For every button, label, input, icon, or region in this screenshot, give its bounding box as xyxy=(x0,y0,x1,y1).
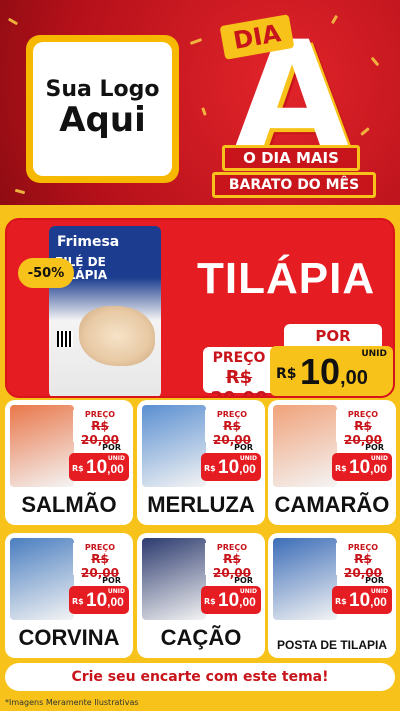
preco-label: PREÇO xyxy=(216,410,248,419)
product-card[interactable]: PREÇO R$ 20,00 POR UNID R$ 10,00 SALMÃO xyxy=(5,400,133,525)
tagline-ribbon-1: O DIA MAIS xyxy=(222,145,360,171)
package-brand: Frimesa xyxy=(57,234,120,250)
featured-title: TILÁPIA xyxy=(197,254,376,303)
price-integer: 10 xyxy=(218,457,240,478)
confetti-decoration xyxy=(189,38,203,45)
logo-placeholder: Sua Logo Aqui xyxy=(26,35,179,183)
offers-panel: Frimesa FILÉ DE TILÁPIA -50% TILÁPIA PRE… xyxy=(0,205,400,711)
product-card[interactable]: PREÇO R$ 20,00 POR UNID R$ 10,00 CAMARÃO xyxy=(268,400,396,525)
price-cents: ,00 xyxy=(107,595,124,609)
por-label: POR xyxy=(234,443,253,452)
old-price-box: PREÇO R$ 20,00 xyxy=(73,543,127,580)
product-image xyxy=(10,538,74,620)
logo-text-line1: Sua Logo xyxy=(45,77,160,103)
old-price-box: PREÇO R$ 20,00 xyxy=(73,410,127,447)
old-price-box: PREÇO R$ 20,00 xyxy=(203,347,275,396)
old-price-box: PREÇO R$ 20,00 xyxy=(205,410,259,447)
product-card[interactable]: PREÇO R$ 20,00 POR UNID R$ 10,00 MERLUZA xyxy=(137,400,265,525)
price-cents: ,00 xyxy=(107,462,124,476)
currency-label: R$ xyxy=(204,597,216,606)
logo-text-line2: Aqui xyxy=(59,100,146,141)
confetti-decoration xyxy=(14,188,26,195)
confetti-decoration xyxy=(360,127,370,136)
preco-label: PREÇO xyxy=(84,410,116,419)
por-label: POR xyxy=(234,576,253,585)
price-integer: 10 xyxy=(300,351,341,392)
por-label: POR xyxy=(365,443,384,452)
preco-label: PREÇO xyxy=(347,543,379,552)
currency-label: R$ xyxy=(335,597,347,606)
preco-label: PREÇO xyxy=(84,543,116,552)
qr-code-icon xyxy=(57,331,73,347)
por-label: POR xyxy=(365,576,384,585)
price-value: 10,00 xyxy=(218,457,256,479)
cta-banner[interactable]: Crie seu encarte com este tema! xyxy=(5,663,395,691)
new-price-box: UNID R$ 10,00 xyxy=(201,586,261,614)
confetti-decoration xyxy=(7,17,19,26)
price-integer: 10 xyxy=(349,457,371,478)
preco-label: PREÇO xyxy=(347,410,379,419)
new-price-box: UNID R$ 10,00 xyxy=(332,453,392,481)
product-name: CAMARÃO xyxy=(274,492,390,517)
product-name: SALMÃO xyxy=(21,492,117,517)
fish-fillet-image xyxy=(79,306,155,366)
disclaimer-text: *Imagens Meramente Ilustrativas xyxy=(5,698,139,707)
price-cents: ,00 xyxy=(370,595,387,609)
por-label: POR xyxy=(102,443,121,452)
price-value: 10,00 xyxy=(86,590,124,612)
por-label: POR xyxy=(284,324,382,348)
new-price-box: UNID R$ 10,00 xyxy=(69,586,129,614)
price-value: 10,00 xyxy=(218,590,256,612)
new-price-box: UNID R$ 10,00 xyxy=(332,586,392,614)
price-value: 10,00 xyxy=(349,590,387,612)
confetti-decoration xyxy=(370,56,380,67)
currency-label: R$ xyxy=(335,464,347,473)
old-price-box: PREÇO R$ 20,00 xyxy=(336,543,390,580)
price-cents: ,00 xyxy=(340,367,368,389)
price-integer: 10 xyxy=(86,457,108,478)
preco-label: PREÇO xyxy=(212,350,266,366)
tagline-ribbon-2: BARATO DO MÊS xyxy=(212,172,376,198)
product-name: CAÇÃO xyxy=(160,625,242,650)
price-value: 10,00 xyxy=(300,354,368,390)
product-card[interactable]: PREÇO R$ 20,00 POR UNID R$ 10,00 CORVINA xyxy=(5,533,133,658)
product-name: MERLUZA xyxy=(147,492,255,517)
price-integer: 10 xyxy=(349,590,371,611)
product-image xyxy=(10,405,74,487)
old-price: R$ 20,00 xyxy=(211,367,268,396)
price-integer: 10 xyxy=(86,590,108,611)
product-card[interactable]: PREÇO R$ 20,00 POR UNID R$ 10,00 CAÇÃO xyxy=(137,533,265,658)
price-cents: ,00 xyxy=(239,462,256,476)
old-price-box: PREÇO R$ 20,00 xyxy=(336,410,390,447)
new-price-box: UNID R$ 10,00 xyxy=(270,346,393,396)
confetti-decoration xyxy=(201,107,207,116)
new-price-box: UNID R$ 10,00 xyxy=(69,453,129,481)
currency-label: R$ xyxy=(204,464,216,473)
product-image xyxy=(273,405,337,487)
header-banner: Sua Logo Aqui A DIA O DIA MAIS BARATO DO… xyxy=(0,0,400,205)
product-image xyxy=(273,538,337,620)
currency-label: R$ xyxy=(276,366,297,382)
currency-label: R$ xyxy=(72,464,84,473)
preco-label: PREÇO xyxy=(216,543,248,552)
price-integer: 10 xyxy=(218,590,240,611)
price-cents: ,00 xyxy=(370,462,387,476)
product-name: CORVINA xyxy=(18,625,120,650)
product-name: POSTA DE TILAPIA xyxy=(276,638,387,653)
price-value: 10,00 xyxy=(86,457,124,479)
discount-badge: -50% xyxy=(18,258,74,288)
por-label: POR xyxy=(102,576,121,585)
price-value: 10,00 xyxy=(349,457,387,479)
featured-offer[interactable]: Frimesa FILÉ DE TILÁPIA -50% TILÁPIA PRE… xyxy=(5,218,395,398)
new-price-box: UNID R$ 10,00 xyxy=(201,453,261,481)
product-package-image: Frimesa FILÉ DE TILÁPIA xyxy=(49,226,161,396)
old-price-box: PREÇO R$ 20,00 xyxy=(205,543,259,580)
price-cents: ,00 xyxy=(239,595,256,609)
currency-label: R$ xyxy=(72,597,84,606)
product-card[interactable]: PREÇO R$ 20,00 POR UNID R$ 10,00 POSTA DE TILA… xyxy=(268,533,396,658)
product-image xyxy=(142,405,206,487)
product-image xyxy=(142,538,206,620)
